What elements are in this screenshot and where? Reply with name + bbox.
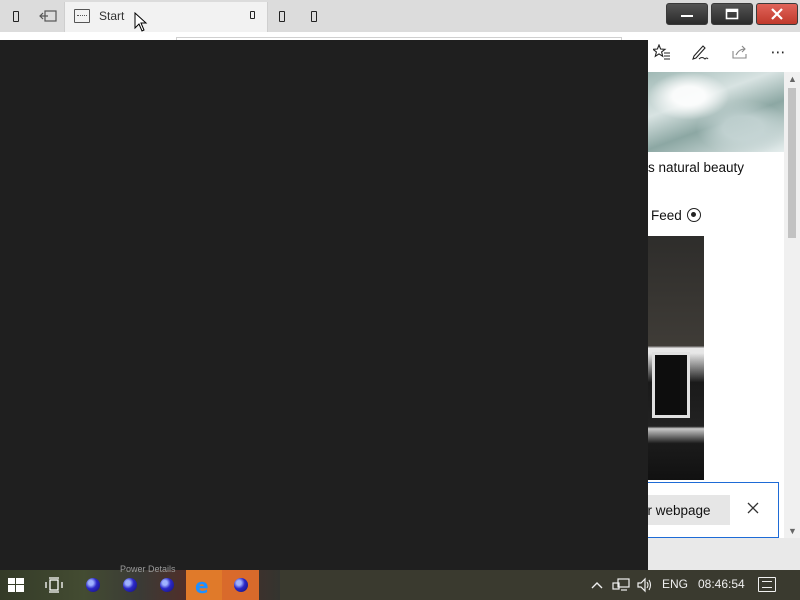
scroll-down-icon[interactable]: ▼ (788, 526, 797, 536)
power-details-label: Power Details (120, 564, 176, 574)
taskbar-app-4-button[interactable] (222, 570, 259, 600)
close-icon (771, 8, 783, 20)
tab-preview-button[interactable] (270, 5, 294, 27)
notification-close-icon[interactable] (746, 501, 760, 515)
windows-logo-icon (8, 578, 24, 592)
browser-toolbar: ⋯ (648, 32, 800, 72)
page-scrollbar[interactable]: ▲ ▼ (784, 72, 800, 538)
notification-bar: er webpage (640, 482, 779, 538)
tab-start[interactable]: Start (64, 2, 268, 32)
taskbar-app-4-icon (234, 578, 248, 592)
maximize-icon (725, 8, 739, 20)
page-bottom-area (648, 538, 800, 570)
share-button[interactable] (730, 42, 750, 62)
taskbar-edge-button[interactable]: e (186, 570, 222, 600)
tab-preview-icon (279, 10, 285, 22)
more-button[interactable]: ⋯ (768, 42, 788, 62)
more-icon: ⋯ (770, 44, 786, 61)
favorites-icon (653, 44, 670, 60)
minimize-button[interactable] (666, 3, 708, 25)
tab-close-button[interactable] (250, 11, 255, 19)
new-tab-icon (311, 10, 317, 22)
task-view-button[interactable] (44, 576, 64, 594)
feed-label: Feed (651, 208, 682, 223)
tab-close-icon (250, 11, 255, 19)
story-title[interactable]: s natural beauty (648, 160, 744, 175)
start-button[interactable] (6, 576, 26, 594)
set-aside-tabs-button[interactable] (36, 5, 60, 27)
network-icon[interactable] (612, 577, 630, 593)
scroll-thumb[interactable] (788, 88, 796, 238)
taskbar: Power Details e ENG 08:46:54 (0, 564, 800, 600)
scroll-up-icon[interactable]: ▲ (788, 74, 797, 84)
hero-image[interactable] (648, 72, 784, 152)
action-center-icon[interactable] (758, 577, 776, 592)
volume-icon[interactable] (636, 577, 654, 593)
newtab-page-icon (74, 9, 90, 23)
share-icon (732, 45, 747, 59)
taskbar-app-2-icon[interactable] (123, 578, 137, 592)
clock[interactable]: 08:46:54 (698, 577, 745, 591)
notes-button[interactable] (690, 42, 710, 62)
show-hidden-icons-icon[interactable] (590, 579, 604, 591)
close-window-button[interactable] (756, 3, 798, 25)
title-bar: Start (0, 0, 800, 32)
mouse-cursor-icon (134, 12, 148, 32)
tab-actions-button[interactable] (4, 5, 28, 27)
favorites-button[interactable] (652, 42, 672, 62)
taskbar-app-1-icon[interactable] (86, 578, 100, 592)
feed-settings-icon[interactable] (687, 208, 701, 222)
maximize-button[interactable] (711, 3, 753, 25)
tab-title: Start (99, 9, 125, 23)
taskbar-app-3-icon[interactable] (160, 578, 174, 592)
edge-browser-icon: e (195, 574, 209, 598)
notification-action-label: er webpage (640, 502, 711, 518)
minimize-icon (681, 15, 693, 17)
set-aside-tabs-icon (39, 10, 57, 22)
dark-overlay-panel (0, 40, 648, 570)
language-indicator[interactable]: ENG (662, 577, 688, 591)
notification-action-button[interactable]: er webpage (640, 495, 730, 525)
pen-notes-icon (692, 45, 709, 60)
news-card-image[interactable] (648, 236, 704, 480)
address-bar-remnant (0, 32, 648, 40)
new-tab-button[interactable] (302, 5, 326, 27)
tab-actions-icon (13, 10, 19, 22)
task-view-icon (45, 577, 63, 593)
